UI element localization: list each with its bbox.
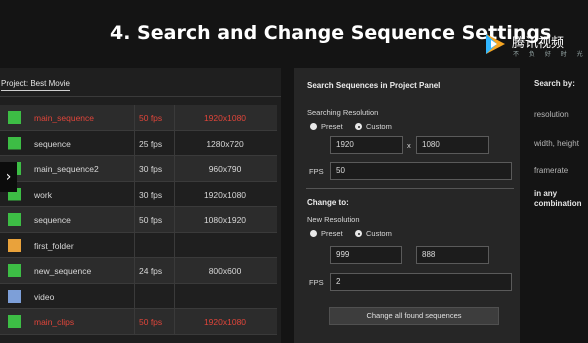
preset-radio[interactable] bbox=[310, 123, 317, 130]
play-logo-icon bbox=[486, 34, 505, 54]
new-preset-label: Preset bbox=[321, 229, 343, 238]
column-separator bbox=[134, 207, 135, 232]
sequence-icon bbox=[8, 264, 21, 277]
search-width-input[interactable]: 1920 bbox=[330, 136, 403, 154]
search-panel: Search Sequences in Project Panel Search… bbox=[294, 68, 520, 343]
new-custom-radio[interactable] bbox=[355, 230, 362, 237]
item-resolution: 1080x1920 bbox=[203, 215, 247, 225]
search-panel-title: Search Sequences in Project Panel bbox=[307, 81, 441, 90]
item-fps: 50 fps bbox=[139, 215, 163, 225]
project-item-row[interactable]: main_sequence2 30 fps 960x790 bbox=[0, 156, 277, 182]
column-separator bbox=[134, 156, 135, 181]
item-name: first_folder bbox=[34, 240, 74, 251]
item-resolution: 960x790 bbox=[208, 164, 242, 174]
custom-label: Custom bbox=[366, 122, 392, 131]
custom-radio[interactable] bbox=[355, 123, 362, 130]
searching-resolution-label: Searching Resolution bbox=[307, 108, 379, 117]
item-name: work bbox=[34, 189, 52, 200]
change-to-heading: Change to: bbox=[307, 198, 349, 207]
item-fps: 30 fps bbox=[139, 189, 163, 200]
project-item-row[interactable]: first_folder bbox=[0, 232, 277, 258]
note-bold-line-1: in any bbox=[534, 189, 558, 198]
new-custom-label: Custom bbox=[366, 229, 392, 238]
column-separator bbox=[174, 283, 175, 309]
new-resolution-label: New Resolution bbox=[307, 215, 360, 224]
item-name: main_sequence2 bbox=[34, 164, 99, 174]
item-resolution: 1920x1080 bbox=[203, 317, 247, 327]
new-height-input[interactable]: 888 bbox=[416, 246, 489, 264]
column-separator bbox=[134, 283, 135, 309]
column-separator bbox=[134, 309, 135, 334]
item-resolution: 800x600 bbox=[208, 266, 242, 276]
search-height-input[interactable]: 1080 bbox=[416, 136, 489, 154]
new-width-input[interactable]: 999 bbox=[330, 246, 402, 264]
x-separator: x bbox=[407, 141, 411, 150]
change-all-button[interactable]: Change all found sequences bbox=[329, 307, 499, 325]
column-separator bbox=[134, 258, 135, 283]
notes-heading: Search by: bbox=[534, 79, 575, 88]
item-resolution: 1920x1080 bbox=[203, 189, 247, 200]
note-item: framerate bbox=[534, 166, 569, 175]
sequence-icon bbox=[8, 315, 21, 328]
folder-icon bbox=[8, 238, 21, 252]
project-item-row[interactable]: main_sequence 50 fps 1920x1080 bbox=[0, 105, 277, 131]
sequence-icon bbox=[8, 213, 21, 226]
project-item-row[interactable]: sequence 50 fps 1080x1920 bbox=[0, 207, 277, 233]
item-resolution: 1280x720 bbox=[206, 138, 244, 149]
item-fps: 30 fps bbox=[139, 164, 163, 174]
tencent-video-logo: 腾讯视频 不 负 好 时 光 bbox=[483, 30, 583, 60]
item-name: new_sequence bbox=[34, 266, 92, 276]
item-name: sequence bbox=[34, 138, 71, 149]
new-fps-label: FPS bbox=[309, 278, 324, 287]
column-separator bbox=[134, 130, 135, 156]
project-item-list: main_sequence 50 fps 1920x1080 sequence 25 f… bbox=[0, 105, 277, 335]
item-resolution: 1920x1080 bbox=[203, 113, 247, 123]
item-fps: 24 fps bbox=[139, 266, 163, 276]
note-item: width, height bbox=[534, 139, 579, 148]
note-bold-line-2: combination bbox=[534, 199, 582, 208]
column-separator bbox=[134, 181, 135, 207]
section-divider bbox=[306, 188, 514, 189]
search-by-notes: Search by: resolution width, height fram… bbox=[534, 68, 588, 343]
preset-label: Preset bbox=[321, 122, 343, 131]
project-panel: Project: Best Movie main_sequence 50 fps 1… bbox=[0, 68, 281, 343]
project-tab[interactable]: Project: Best Movie bbox=[1, 79, 70, 91]
item-name: sequence bbox=[34, 215, 71, 225]
previous-arrow-icon[interactable]: › bbox=[0, 162, 17, 192]
search-fps-input[interactable]: 50 bbox=[330, 162, 512, 180]
logo-slogan: 不 负 好 时 光 bbox=[513, 51, 587, 58]
project-item-row[interactable]: video bbox=[0, 283, 277, 309]
note-item: resolution bbox=[534, 110, 569, 119]
sequence-icon bbox=[8, 111, 21, 124]
item-fps: 25 fps bbox=[139, 138, 163, 149]
project-item-row[interactable]: new_sequence 24 fps 800x600 bbox=[0, 258, 277, 284]
item-fps: 50 fps bbox=[139, 113, 163, 123]
column-separator bbox=[134, 105, 135, 130]
project-item-row[interactable]: main_clips 50 fps 1920x1080 bbox=[0, 309, 277, 335]
fps-label: FPS bbox=[309, 167, 324, 176]
new-fps-input[interactable]: 2 bbox=[330, 273, 512, 291]
item-fps: 50 fps bbox=[139, 317, 163, 327]
item-name: video bbox=[34, 291, 55, 302]
item-name: main_clips bbox=[34, 317, 75, 327]
item-name: main_sequence bbox=[34, 113, 95, 123]
column-separator bbox=[174, 232, 175, 258]
clip-icon bbox=[8, 289, 21, 303]
project-item-row[interactable]: work 30 fps 1920x1080 bbox=[0, 181, 277, 207]
new-preset-radio[interactable] bbox=[310, 230, 317, 237]
sequence-icon bbox=[8, 136, 21, 150]
panel-divider bbox=[0, 96, 281, 97]
project-item-row[interactable]: sequence 25 fps 1280x720 bbox=[0, 130, 277, 156]
column-separator bbox=[134, 232, 135, 258]
